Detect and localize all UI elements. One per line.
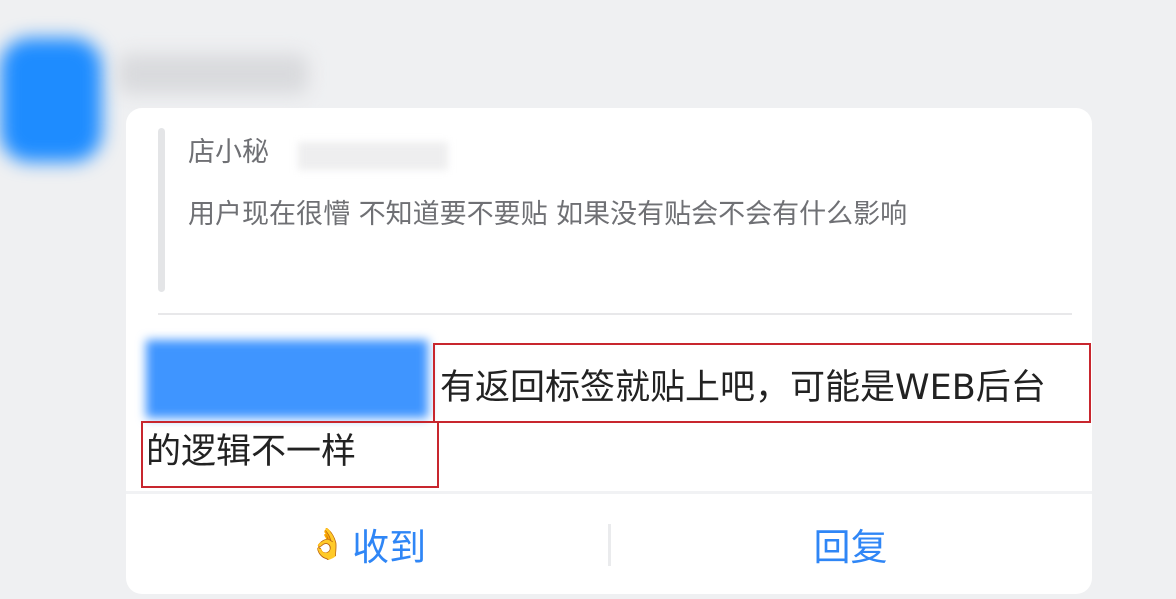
quote-author: 店小秘	[188, 137, 269, 168]
quote-bar	[158, 128, 165, 292]
reply-button[interactable]: 回复	[609, 494, 1092, 594]
reply-label: 回复	[813, 526, 888, 569]
quote-author-redacted	[298, 142, 448, 170]
quote-divider	[158, 313, 1072, 315]
ok-hand-icon: 👌	[308, 526, 347, 562]
message-card: 店小秘 用户现在很懵 不知道要不要贴 如果没有贴会不会有什么影响 有返回标签就贴…	[126, 108, 1092, 594]
receive-button[interactable]: 👌 收到	[126, 494, 609, 594]
sender-avatar[interactable]	[0, 38, 102, 162]
receive-label: 收到	[352, 526, 427, 569]
quote-text: 用户现在很懵 不知道要不要贴 如果没有贴会不会有什么影响	[188, 199, 908, 230]
reply-text: 有返回标签就贴上吧，可能是WEB后台的逻辑不一样	[146, 368, 1046, 472]
sender-name-redacted	[118, 54, 308, 94]
